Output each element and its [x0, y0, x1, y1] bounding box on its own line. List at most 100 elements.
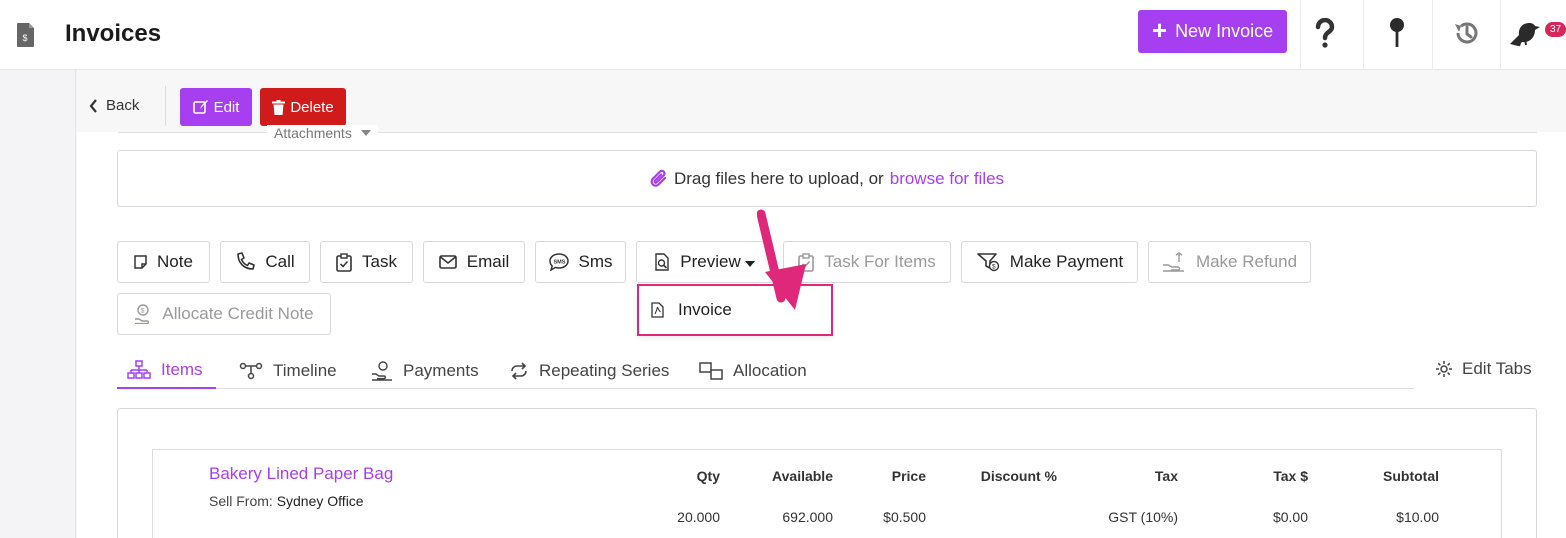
tab-timeline-label: Timeline — [273, 360, 337, 380]
credit-note-icon: $ — [135, 304, 150, 324]
back-label: Back — [106, 97, 140, 114]
file-search-icon — [655, 253, 669, 271]
svg-text:$: $ — [992, 264, 996, 271]
product-name-link[interactable]: Bakery Lined Paper Bag — [209, 464, 393, 484]
header-divider — [1363, 0, 1364, 70]
file-dropzone[interactable]: Drag files here to upload, or browse for… — [117, 150, 1537, 207]
cell-price: $0.500 — [883, 509, 926, 525]
history-icon[interactable] — [1450, 14, 1484, 52]
paperclip-icon — [650, 169, 667, 187]
call-label: Call — [265, 252, 295, 271]
email-label: Email — [466, 252, 510, 271]
tab-payments[interactable]: Payments — [361, 352, 489, 389]
record-tabs: Items Timeline Payments Repeating Series… — [117, 352, 1414, 389]
record-toolbar: Back Edit Delete — [77, 70, 1566, 132]
payment-icon: $ — [976, 253, 999, 272]
make-payment-button[interactable]: $ Make Payment — [961, 241, 1138, 283]
caret-down-icon — [360, 130, 371, 136]
new-invoice-button[interactable]: + New Invoice — [1138, 10, 1287, 53]
cell-subtotal: $10.00 — [1396, 509, 1439, 525]
column-header-price: Price — [891, 468, 926, 484]
attachments-toggle[interactable]: Attachments — [267, 125, 378, 141]
refund-icon — [1162, 252, 1184, 272]
allocation-icon — [699, 361, 723, 380]
cell-tax: GST (10%) — [1108, 509, 1178, 525]
caret-down-icon — [744, 260, 755, 267]
pdf-file-icon — [651, 302, 664, 318]
tab-payments-label: Payments — [403, 360, 479, 380]
browse-files-link[interactable]: browse for files — [890, 169, 1004, 189]
header-divider — [1500, 0, 1501, 70]
column-header-available: Available — [772, 468, 833, 484]
new-invoice-label: New Invoice — [1175, 21, 1274, 41]
main-panel: Back Edit Delete Attachments Drag files … — [77, 70, 1566, 538]
pin-icon[interactable] — [1380, 14, 1414, 52]
allocate-credit-note-button[interactable]: $ Allocate Credit Note — [117, 293, 331, 335]
bird-notifications-icon[interactable] — [1507, 14, 1541, 52]
tab-timeline[interactable]: Timeline — [229, 352, 347, 389]
edit-label: Edit — [213, 98, 240, 116]
delete-label: Delete — [290, 98, 334, 116]
toolbar-divider — [165, 86, 166, 126]
column-header-tax-amount: Tax $ — [1273, 468, 1308, 484]
column-header-subtotal: Subtotal — [1383, 468, 1439, 484]
make-payment-label: Make Payment — [1009, 252, 1124, 271]
cell-available: 692.000 — [782, 509, 833, 525]
cell-qty: 20.000 — [677, 509, 720, 525]
invoice-document-icon: $ — [16, 22, 36, 48]
sms-button[interactable]: SMS Sms — [535, 241, 626, 283]
hand-coin-icon — [372, 360, 392, 381]
svg-text:$: $ — [141, 308, 145, 315]
header-divider — [1432, 0, 1433, 70]
column-header-qty: Qty — [696, 468, 720, 484]
annotation-arrow — [757, 209, 806, 310]
task-for-items-label: Task For Items — [824, 252, 936, 271]
cell-tax-amount: $0.00 — [1272, 509, 1308, 525]
back-button[interactable]: Back — [89, 97, 139, 114]
sitemap-icon — [127, 359, 151, 379]
tab-repeating-series-label: Repeating Series — [539, 360, 670, 380]
preview-dropdown-button[interactable]: Preview — [636, 241, 773, 283]
svg-text:SMS: SMS — [553, 260, 565, 266]
attachments-label: Attachments — [274, 125, 352, 141]
left-gutter — [0, 70, 76, 538]
preview-label: Preview — [680, 252, 741, 271]
help-question-icon[interactable] — [1308, 14, 1342, 52]
tab-items[interactable]: Items — [117, 352, 216, 389]
make-refund-button[interactable]: Make Refund — [1148, 241, 1311, 283]
trash-icon — [272, 99, 286, 115]
sms-bubble-icon: SMS — [548, 253, 569, 271]
page-title: Invoices — [65, 20, 162, 47]
line-item-row: Bakery Lined Paper Bag Sell From: Sydney… — [152, 449, 1502, 538]
sell-from: Sell From: Sydney Office — [209, 493, 364, 509]
sell-from-label: Sell From: — [209, 493, 273, 509]
sell-from-value: Sydney Office — [276, 493, 364, 509]
items-card: Bakery Lined Paper Bag Sell From: Sydney… — [117, 408, 1537, 538]
menu-item-invoice[interactable]: Invoice — [678, 300, 732, 320]
sms-label: Sms — [578, 252, 613, 271]
envelope-icon — [438, 255, 457, 269]
delete-button[interactable]: Delete — [260, 88, 346, 126]
column-header-discount: Discount % — [980, 468, 1057, 484]
email-button[interactable]: Email — [423, 241, 525, 283]
make-refund-label: Make Refund — [1195, 252, 1298, 271]
edit-tabs-label: Edit Tabs — [1462, 359, 1532, 378]
top-header: $ Invoices + New Invoice 37 — [0, 0, 1566, 70]
edit-button[interactable]: Edit — [180, 88, 252, 126]
edit-pencil-icon — [192, 100, 208, 114]
svg-text:$: $ — [23, 33, 28, 43]
call-button[interactable]: Call — [220, 241, 310, 283]
tab-allocation-label: Allocation — [733, 360, 807, 380]
header-divider — [1300, 0, 1301, 70]
edit-tabs-button[interactable]: Edit Tabs — [1435, 359, 1532, 379]
task-button[interactable]: Task — [320, 241, 413, 283]
plus-icon: + — [1151, 15, 1168, 45]
timeline-icon — [239, 362, 263, 379]
allocate-credit-note-label: Allocate Credit Note — [162, 304, 314, 323]
tab-allocation[interactable]: Allocation — [689, 352, 817, 389]
note-button[interactable]: Note — [117, 241, 210, 283]
dropzone-text: Drag files here to upload, or — [673, 168, 884, 188]
repeat-icon — [511, 361, 527, 380]
notification-count-badge: 37 — [1545, 22, 1566, 37]
tab-repeating-series[interactable]: Repeating Series — [499, 352, 679, 389]
